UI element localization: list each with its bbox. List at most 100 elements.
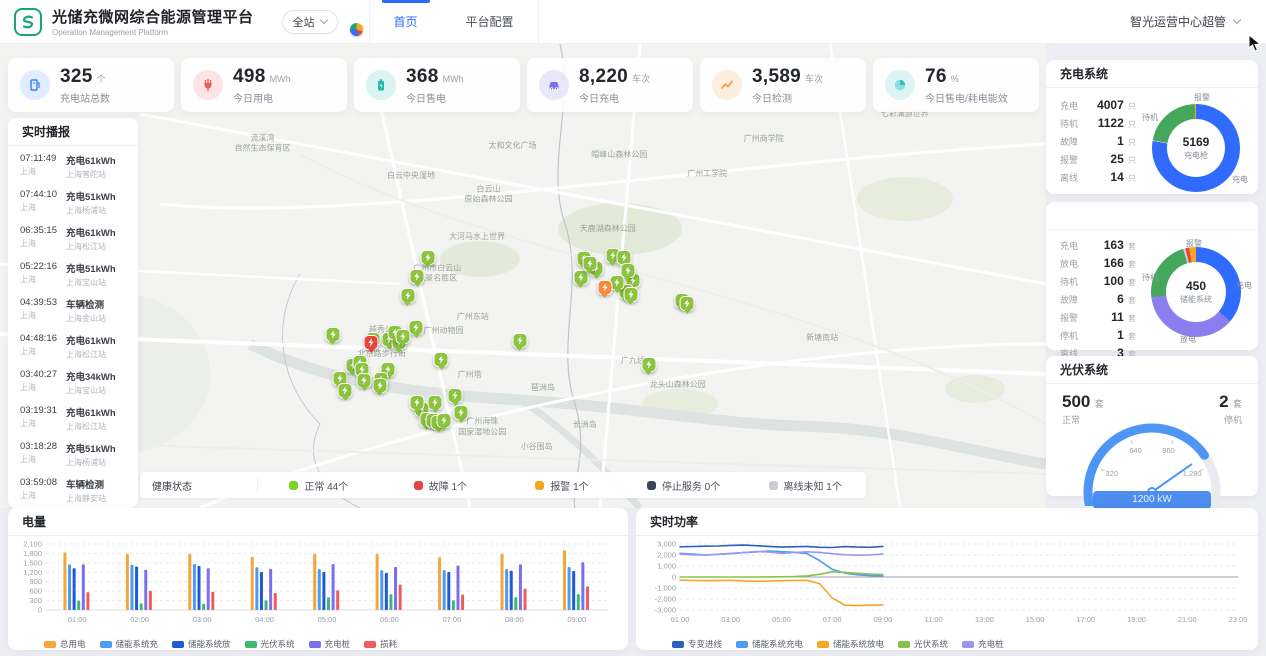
station-marker-normal[interactable]: [641, 357, 656, 372]
legend-swatch-icon: [364, 641, 376, 648]
system-stat-row: 故障6 套: [1060, 292, 1136, 306]
legend-swatch-icon: [817, 641, 829, 648]
station-marker-normal[interactable]: [582, 256, 597, 271]
legend-swatch-icon: [172, 641, 184, 648]
health-item: 停止服务 0个: [623, 478, 745, 493]
station-marker-normal[interactable]: [410, 269, 425, 284]
svg-text:01:00: 01:00: [68, 615, 87, 624]
legend-swatch-icon: [309, 641, 321, 648]
station-marker-normal[interactable]: [338, 383, 353, 398]
broadcast-item: 04:39:53上海车辆检测上海金山站: [20, 292, 128, 328]
kpi-unit: MWh: [443, 74, 464, 84]
legend-item[interactable]: 储能系统充: [100, 638, 159, 650]
legend-item[interactable]: 光伏系统: [245, 638, 295, 650]
legend-item[interactable]: 光伏系统: [898, 638, 948, 650]
legend-swatch-icon: [962, 641, 974, 648]
stat-value: 1 套: [1117, 328, 1136, 342]
city-map[interactable]: 流溪湾 自然生态保育区太和文化广场帽峰山森林公园广州商学院七彩澜游世界白云中央湿…: [0, 44, 1046, 508]
svg-text:300: 300: [29, 596, 42, 605]
kpi-unit: 个: [97, 72, 106, 85]
user-menu[interactable]: 智光运营中心超管: [1130, 13, 1240, 30]
trend-icon: [712, 70, 742, 100]
station-marker-fault[interactable]: [364, 335, 379, 350]
legend-item[interactable]: 储能系统放电: [817, 638, 884, 650]
system-stat-row: 充电163 套: [1060, 238, 1136, 252]
broadcast-event: 充电61kWh: [66, 225, 128, 239]
donut-callout-label: 待机: [1142, 272, 1158, 283]
svg-text:600: 600: [29, 587, 42, 596]
station-marker-normal[interactable]: [409, 320, 424, 335]
station-marker-normal[interactable]: [357, 373, 372, 388]
svg-text:05:00: 05:00: [318, 615, 337, 624]
legend-item[interactable]: 专变进线: [672, 638, 722, 650]
svg-text:13:00: 13:00: [975, 615, 994, 624]
legend-swatch-icon: [736, 641, 748, 648]
stat-unit: 套: [1126, 314, 1136, 323]
legend-item[interactable]: 储能系统充电: [736, 638, 803, 650]
broadcast-station: 上海宝山站: [66, 385, 128, 396]
storage-donut-chart: 450储能系统报警待机充电放电: [1142, 238, 1250, 346]
broadcast-event: 充电34kWh: [66, 369, 128, 383]
site-selector-value: 全站: [293, 14, 315, 30]
legend-swatch-icon: [100, 641, 112, 648]
energy-bar-chart: 03006009001,2001,5001,8002,10001:0002:00…: [8, 536, 620, 630]
pv-gauge-value-pill: 1200 kW: [1093, 491, 1211, 509]
donut-callout-label: 充电: [1236, 280, 1252, 291]
station-marker-normal[interactable]: [428, 395, 443, 410]
station-marker-normal[interactable]: [325, 327, 340, 342]
station-marker-normal[interactable]: [436, 413, 451, 428]
svg-text:1,280: 1,280: [1183, 469, 1202, 478]
broadcast-station: 上海松江站: [66, 241, 128, 252]
station-marker-normal[interactable]: [623, 287, 638, 302]
site-selector[interactable]: 全站: [282, 10, 338, 34]
stat-label: 待机: [1060, 275, 1078, 288]
kpi-card-2: 368MWh今日售电: [354, 58, 520, 112]
legend-item[interactable]: 储能系统放: [172, 638, 231, 650]
broadcast-event: 充电51kWh: [66, 261, 128, 275]
svg-text:07:00: 07:00: [823, 615, 842, 624]
station-marker-normal[interactable]: [420, 250, 435, 265]
stat-unit: 只: [1126, 138, 1136, 147]
legend-item[interactable]: 充电桩: [962, 638, 1004, 650]
page-title: 光储充微网综合能源管理平台: [52, 6, 254, 27]
kpi-unit: 车次: [632, 72, 650, 85]
system-stat-row: 故障1 只: [1060, 134, 1136, 148]
svg-text:21:00: 21:00: [1178, 615, 1197, 624]
station-marker-normal[interactable]: [372, 378, 387, 393]
station-marker-normal[interactable]: [395, 329, 410, 344]
station-marker-alarm[interactable]: [597, 280, 612, 295]
svg-text:1,000: 1,000: [657, 562, 676, 571]
legend-item[interactable]: 损耗: [364, 638, 397, 650]
charging-system-title: 充电系统: [1046, 60, 1258, 88]
station-marker-normal[interactable]: [680, 296, 695, 311]
station-marker-normal[interactable]: [434, 352, 449, 367]
legend-label: 储能系统放电: [833, 638, 884, 650]
station-marker-normal[interactable]: [512, 333, 527, 348]
broadcast-city: 上海: [20, 382, 57, 393]
battery-icon: [366, 70, 396, 100]
tab-0[interactable]: 首页: [370, 0, 442, 44]
system-stat-row: 充电4007 只: [1060, 98, 1136, 112]
chevron-down-icon: [1233, 16, 1241, 24]
tab-1[interactable]: 平台配置: [442, 0, 538, 44]
pv-system-title: 光伏系统: [1046, 356, 1258, 384]
broadcast-time: 03:18:28: [20, 441, 57, 452]
station-marker-normal[interactable]: [448, 388, 463, 403]
health-swatch-icon: [647, 481, 656, 490]
svg-text:11:00: 11:00: [925, 615, 943, 624]
kpi-value: 498: [233, 66, 266, 88]
station-marker-normal[interactable]: [410, 395, 425, 410]
kpi-unit: MWh: [270, 74, 291, 84]
broadcast-time: 06:35:15: [20, 225, 57, 236]
legend-item[interactable]: 充电桩: [309, 638, 351, 650]
stat-value: 1122 只: [1098, 116, 1136, 130]
kpi-card-3: 8,220车次今日充电: [527, 58, 693, 112]
broadcast-event: 车辆检测: [66, 477, 128, 491]
health-status-bar: 健康状态 正常 44个故障 1个报警 1个停止服务 0个离线未知 1个: [140, 472, 866, 498]
station-marker-normal[interactable]: [400, 288, 415, 303]
kpi-value: 368: [406, 66, 439, 88]
station-marker-normal[interactable]: [454, 405, 469, 420]
legend-item[interactable]: 总用电: [44, 638, 86, 650]
legend-label: 储能系统放: [188, 638, 231, 650]
svg-text:02:00: 02:00: [130, 615, 149, 624]
